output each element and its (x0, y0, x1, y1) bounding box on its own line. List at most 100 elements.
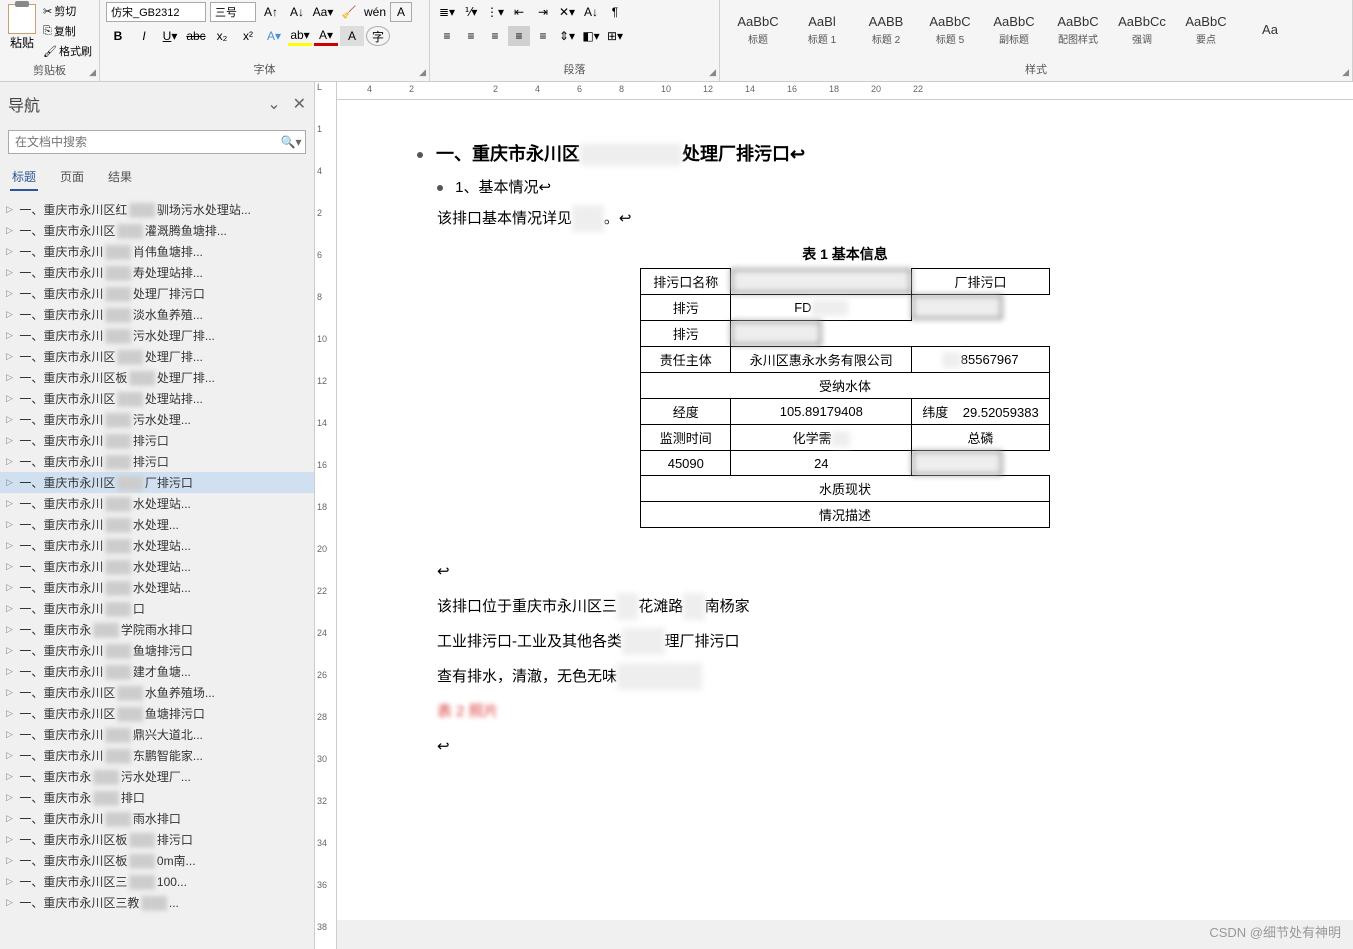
style-item[interactable]: AaBbCc强调 (1110, 2, 1174, 58)
font-color-button[interactable]: A▾ (314, 26, 338, 46)
enclose-char-button[interactable]: 字 (366, 26, 390, 46)
dialog-launcher-icon[interactable]: ◢ (709, 67, 716, 78)
expand-icon[interactable]: ▷ (6, 519, 16, 530)
dialog-launcher-icon[interactable]: ◢ (419, 67, 426, 78)
highlight-button[interactable]: ab▾ (288, 26, 312, 46)
nav-heading-item[interactable]: ▷ 一、重庆市永川区███处理厂排... (0, 346, 314, 367)
expand-icon[interactable]: ▷ (6, 309, 16, 320)
multilevel-button[interactable]: ⋮▾ (484, 2, 506, 22)
tab-pages[interactable]: 页面 (58, 164, 86, 191)
paste-button[interactable]: 粘贴 (6, 2, 38, 60)
style-item[interactable]: AaBl标题 1 (790, 2, 854, 58)
font-name-select[interactable] (106, 2, 206, 22)
nav-heading-item[interactable]: ▷ 一、重庆市永川区板███排污口 (0, 829, 314, 850)
nav-heading-item[interactable]: ▷ 一、重庆市永川区三███100... (0, 871, 314, 892)
expand-icon[interactable]: ▷ (6, 876, 16, 887)
expand-icon[interactable]: ▷ (6, 435, 16, 446)
chevron-down-icon[interactable]: ⌄ (267, 94, 280, 114)
justify-button[interactable]: ≡ (508, 26, 530, 46)
expand-icon[interactable]: ▷ (6, 225, 16, 236)
expand-icon[interactable]: ▷ (6, 561, 16, 572)
expand-icon[interactable]: ▷ (6, 582, 16, 593)
borders-button[interactable]: ⊞▾ (604, 26, 626, 46)
font-size-select[interactable] (210, 2, 256, 22)
asian-layout-button[interactable]: ✕▾ (556, 2, 578, 22)
char-shading-button[interactable]: A (340, 26, 364, 46)
expand-icon[interactable]: ▷ (6, 414, 16, 425)
style-item[interactable]: AaBbC副标题 (982, 2, 1046, 58)
dialog-launcher-icon[interactable]: ◢ (89, 67, 96, 78)
expand-icon[interactable]: ▷ (6, 792, 16, 803)
nav-heading-item[interactable]: ▷ 一、重庆市永川███东鹏智能家... (0, 745, 314, 766)
italic-button[interactable]: I (132, 26, 156, 46)
bold-button[interactable]: B (106, 26, 130, 46)
nav-heading-item[interactable]: ▷ 一、重庆市永川区红███驯场污水处理站... (0, 199, 314, 220)
nav-heading-item[interactable]: ▷ 一、重庆市永川███水处理... (0, 514, 314, 535)
expand-icon[interactable]: ▷ (6, 351, 16, 362)
shrink-font-button[interactable]: A↓ (286, 2, 308, 22)
align-center-button[interactable]: ≡ (460, 26, 482, 46)
increase-indent-button[interactable]: ⇥ (532, 2, 554, 22)
style-item[interactable]: AaBbC标题 5 (918, 2, 982, 58)
nav-heading-item[interactable]: ▷ 一、重庆市永███学院雨水排口 (0, 619, 314, 640)
nav-list[interactable]: ▷ 一、重庆市永川区红███驯场污水处理站...▷ 一、重庆市永川区███灌溉腾… (0, 195, 314, 949)
nav-heading-item[interactable]: ▷ 一、重庆市永川区三教███... (0, 892, 314, 913)
style-item[interactable]: Aa (1238, 2, 1302, 58)
nav-heading-item[interactable]: ▷ 一、重庆市永川███建才鱼塘... (0, 661, 314, 682)
change-case-button[interactable]: Aa▾ (312, 2, 334, 22)
shading-button[interactable]: ◧▾ (580, 26, 602, 46)
copy-button[interactable]: ⎘复制 (42, 22, 93, 40)
expand-icon[interactable]: ▷ (6, 603, 16, 614)
expand-icon[interactable]: ▷ (6, 687, 16, 698)
search-button[interactable]: 🔍▾ (277, 131, 305, 153)
nav-heading-item[interactable]: ▷ 一、重庆市永川区板███处理厂排... (0, 367, 314, 388)
expand-icon[interactable]: ▷ (6, 855, 16, 866)
nav-heading-item[interactable]: ▷ 一、重庆市永███排口 (0, 787, 314, 808)
expand-icon[interactable]: ▷ (6, 267, 16, 278)
nav-heading-item[interactable]: ▷ 一、重庆市永川███水处理站... (0, 535, 314, 556)
align-right-button[interactable]: ≡ (484, 26, 506, 46)
vertical-ruler[interactable]: L14268101214161820222426283032343638 (315, 82, 337, 949)
nav-heading-item[interactable]: ▷ 一、重庆市永川███肖伟鱼塘排... (0, 241, 314, 262)
nav-heading-item[interactable]: ▷ 一、重庆市永川███淡水鱼养殖... (0, 304, 314, 325)
subscript-button[interactable]: x₂ (210, 26, 234, 46)
decrease-indent-button[interactable]: ⇤ (508, 2, 530, 22)
nav-heading-item[interactable]: ▷ 一、重庆市永川███污水处理... (0, 409, 314, 430)
nav-heading-item[interactable]: ▷ 一、重庆市永川███鼎兴大道北... (0, 724, 314, 745)
expand-icon[interactable]: ▷ (6, 372, 16, 383)
expand-icon[interactable]: ▷ (6, 330, 16, 341)
expand-icon[interactable]: ▷ (6, 771, 16, 782)
style-item[interactable]: AaBbC配图样式 (1046, 2, 1110, 58)
close-icon[interactable]: ✕ (293, 94, 306, 114)
document-scroll[interactable]: 42246810121416182022 一、重庆市永川区████████处理厂… (337, 82, 1353, 949)
style-item[interactable]: AABB标题 2 (854, 2, 918, 58)
expand-icon[interactable]: ▷ (6, 246, 16, 257)
nav-heading-item[interactable]: ▷ 一、重庆市永川███水处理站... (0, 556, 314, 577)
nav-heading-item[interactable]: ▷ 一、重庆市永川███污水处理厂排... (0, 325, 314, 346)
expand-icon[interactable]: ▷ (6, 897, 16, 908)
expand-icon[interactable]: ▷ (6, 393, 16, 404)
superscript-button[interactable]: x² (236, 26, 260, 46)
nav-heading-item[interactable]: ▷ 一、重庆市永川███水处理站... (0, 577, 314, 598)
nav-heading-item[interactable]: ▷ 一、重庆市永川███口 (0, 598, 314, 619)
format-painter-button[interactable]: 🖌格式刷 (42, 42, 93, 60)
expand-icon[interactable]: ▷ (6, 813, 16, 824)
nav-heading-item[interactable]: ▷ 一、重庆市永川███水处理站... (0, 493, 314, 514)
expand-icon[interactable]: ▷ (6, 750, 16, 761)
nav-heading-item[interactable]: ▷ 一、重庆市永川区███厂排污口 (0, 472, 314, 493)
bullets-button[interactable]: ≣▾ (436, 2, 458, 22)
style-item[interactable]: AaBbC要点 (1174, 2, 1238, 58)
nav-heading-item[interactable]: ▷ 一、重庆市永川███排污口 (0, 430, 314, 451)
tab-headings[interactable]: 标题 (10, 164, 38, 191)
expand-icon[interactable]: ▷ (6, 204, 16, 215)
text-effects-button[interactable]: A▾ (262, 26, 286, 46)
nav-heading-item[interactable]: ▷ 一、重庆市永川███寿处理站排... (0, 262, 314, 283)
phonetic-button[interactable]: wén (364, 2, 386, 22)
cut-button[interactable]: ✂剪切 (42, 2, 93, 20)
expand-icon[interactable]: ▷ (6, 834, 16, 845)
expand-icon[interactable]: ▷ (6, 540, 16, 551)
expand-icon[interactable]: ▷ (6, 645, 16, 656)
expand-icon[interactable]: ▷ (6, 456, 16, 467)
show-marks-button[interactable]: ¶ (604, 2, 626, 22)
distribute-button[interactable]: ≡ (532, 26, 554, 46)
